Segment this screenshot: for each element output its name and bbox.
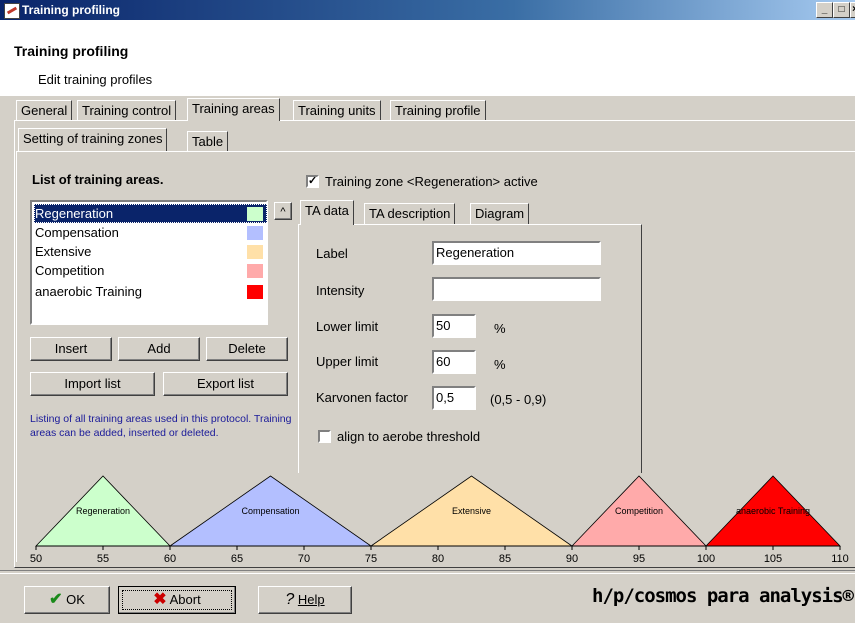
color-swatch <box>247 207 263 221</box>
label-field[interactable]: Regeneration <box>432 241 601 265</box>
footer-separator <box>0 570 855 574</box>
upper-limit-caption: Upper limit <box>316 354 379 369</box>
zone-label: Extensive <box>452 506 491 516</box>
karvonen-range: (0,5 - 0,9) <box>490 392 547 407</box>
x-tick-label: 50 <box>30 553 42 565</box>
list-item[interactable]: Regeneration <box>34 204 267 223</box>
tab-training-control[interactable]: Training control <box>77 100 177 121</box>
list-info-text: Listing of all training areas used in th… <box>30 413 292 439</box>
list-item[interactable]: Extensive <box>34 242 267 261</box>
color-swatch <box>247 285 263 299</box>
tab-ta-data[interactable]: TA data <box>300 200 354 225</box>
check-icon: ✔ <box>49 591 63 608</box>
export-list-button[interactable]: Export list <box>163 372 288 396</box>
add-button[interactable]: Add <box>118 337 200 361</box>
x-tick-label: 105 <box>764 553 782 565</box>
x-tick-label: 75 <box>365 553 377 565</box>
page-title: Training profiling <box>14 43 129 59</box>
list-item[interactable]: anaerobic Training <box>34 282 267 301</box>
color-swatch <box>247 245 263 259</box>
x-tick-label: 80 <box>432 553 444 565</box>
color-swatch <box>247 226 263 240</box>
x-tick-label: 110 <box>831 553 849 565</box>
karvonen-caption: Karvonen factor <box>316 390 408 405</box>
header-area: Training profiling Edit training profile… <box>0 20 855 96</box>
x-tick-label: 65 <box>231 553 243 565</box>
page-subtitle: Edit training profiles <box>38 72 153 87</box>
question-icon: ? <box>285 591 295 608</box>
training-areas-list[interactable]: Regeneration Compensation Extensive Comp… <box>30 200 268 325</box>
zone-active-label: Training zone <Regeneration> active <box>325 174 538 189</box>
zone-label: anaerobic Training <box>736 506 810 516</box>
align-aerobe-label: align to aerobe threshold <box>337 429 481 444</box>
tab-training-units[interactable]: Training units <box>293 100 381 121</box>
tab-table[interactable]: Table <box>187 131 229 152</box>
x-tick-label: 100 <box>697 553 715 565</box>
help-button[interactable]: ? Help <box>258 586 352 614</box>
list-item[interactable]: Compensation <box>34 223 267 242</box>
import-list-button[interactable]: Import list <box>30 372 155 396</box>
tab-general[interactable]: General <box>16 100 73 121</box>
minimize-button[interactable]: _ <box>816 2 833 18</box>
tab-diagram[interactable]: Diagram <box>470 203 530 224</box>
lower-limit-caption: Lower limit <box>316 319 379 334</box>
brand-logo: h/p/cosmos para analysis® <box>592 585 854 607</box>
x-tick-label: 90 <box>566 553 578 565</box>
maximize-button[interactable]: □ <box>833 2 850 18</box>
align-aerobe-checkbox[interactable] <box>318 430 331 443</box>
insert-button[interactable]: Insert <box>30 337 112 361</box>
zone-active-checkbox[interactable]: ✓ <box>306 175 319 188</box>
lower-limit-unit: % <box>494 321 506 336</box>
x-tick-label: 60 <box>164 553 176 565</box>
app-icon <box>4 3 20 19</box>
x-tick-label: 55 <box>97 553 109 565</box>
intensity-field[interactable] <box>432 277 601 301</box>
title-bar: Training profiling _ □ × <box>0 0 855 20</box>
move-up-button[interactable]: ^ <box>274 202 292 220</box>
training-zone-chart: Regeneration Compensation Extensive Competi… <box>30 475 849 565</box>
zone-label: Competition <box>615 506 663 516</box>
tab-training-areas[interactable]: Training areas <box>187 98 280 121</box>
color-swatch <box>247 264 263 278</box>
ok-button[interactable]: ✔ OK <box>24 586 110 614</box>
delete-button[interactable]: Delete <box>206 337 288 361</box>
tab-setting-zones[interactable]: Setting of training zones <box>18 128 168 151</box>
window-title: Training profiling <box>22 3 120 17</box>
list-heading: List of training areas. <box>32 172 164 187</box>
label-caption: Label <box>316 246 348 261</box>
intensity-caption: Intensity <box>316 283 365 298</box>
upper-limit-field[interactable]: 60 <box>432 350 476 374</box>
lower-limit-field[interactable]: 50 <box>432 314 476 338</box>
x-tick-label: 85 <box>499 553 511 565</box>
karvonen-field[interactable]: 0,5 <box>432 386 476 410</box>
x-icon: ✖ <box>153 591 167 608</box>
zone-label: Compensation <box>241 506 299 516</box>
close-button[interactable]: × <box>850 2 855 18</box>
upper-limit-unit: % <box>494 357 506 372</box>
x-tick-label: 70 <box>298 553 310 565</box>
x-tick-label: 95 <box>633 553 645 565</box>
tab-ta-description[interactable]: TA description <box>364 203 456 224</box>
list-item[interactable]: Competition <box>34 261 267 280</box>
abort-button[interactable]: ✖ Abort <box>118 586 236 614</box>
zone-label: Regeneration <box>76 506 130 516</box>
tab-training-profile[interactable]: Training profile <box>390 100 486 121</box>
